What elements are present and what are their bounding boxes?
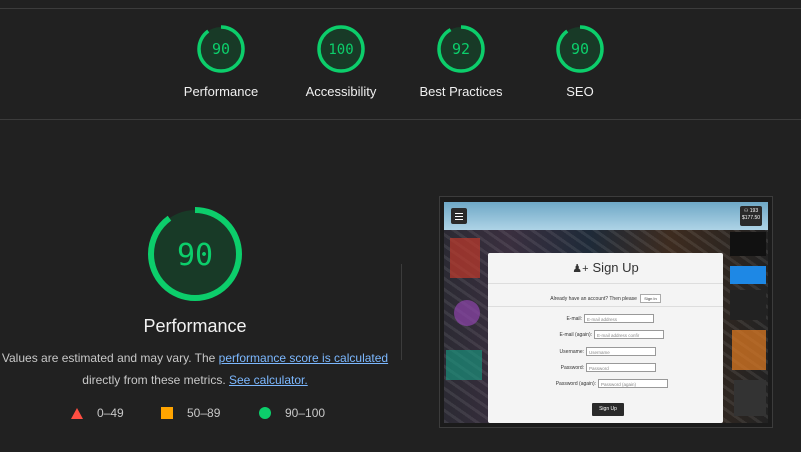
- legend-poor-range: 0–49: [97, 406, 124, 420]
- section-divider: [0, 119, 801, 120]
- gauge-seo-label: SEO: [566, 84, 594, 99]
- performance-score-link[interactable]: performance score is calculated: [219, 351, 388, 365]
- card-divider: [488, 306, 723, 307]
- description-text-1: Values are estimated and may vary. The: [1, 351, 219, 365]
- sticker-shape: [734, 380, 766, 416]
- legend-average-range: 50–89: [187, 406, 221, 420]
- preview-stats-count: ⚇ 193: [743, 208, 759, 214]
- email-again-field[interactable]: E-mail address confir: [594, 330, 664, 339]
- preview-header: ⚇ 193 $177.50: [444, 202, 768, 230]
- legend-poor: 0–49: [71, 406, 124, 420]
- description-text-2: directly from these metrics.: [82, 373, 229, 387]
- gauge-best-practices-value: 92: [452, 40, 470, 58]
- gauge-performance-ring: 90: [197, 25, 245, 73]
- signup-title-text: Sign Up: [592, 260, 639, 275]
- gauge-best-practices-ring: 92: [437, 25, 485, 73]
- password-again-field[interactable]: Password (again): [598, 379, 668, 388]
- email-field[interactable]: E-mail address: [584, 314, 654, 323]
- sign-in-button[interactable]: Sign In: [640, 294, 661, 303]
- username-row: Username: Username: [500, 347, 656, 356]
- gauge-seo-ring: 90: [556, 25, 604, 73]
- sticker-shape: [446, 350, 482, 380]
- see-calculator-link[interactable]: See calculator.: [229, 373, 308, 387]
- performance-description: Values are estimated and may vary. The p…: [0, 347, 390, 391]
- preview-stats-balance: $177.50: [741, 215, 761, 221]
- gauge-best-practices[interactable]: 92 Best Practices: [411, 24, 511, 99]
- performance-title: Performance: [143, 316, 247, 336]
- gauge-performance-label: Performance: [183, 84, 259, 99]
- password-row: Password: Password: [500, 363, 656, 372]
- already-have-account: Already have an account? Then please Sig…: [488, 294, 723, 303]
- preview-stats-badge: ⚇ 193 $177.50: [740, 206, 762, 226]
- performance-score-value: 90: [177, 238, 213, 273]
- gauge-accessibility-label: Accessibility: [305, 84, 377, 99]
- sticker-shape: [450, 238, 480, 278]
- email-again-label: E-mail (again):: [559, 331, 592, 338]
- sticker-shape: [730, 266, 766, 284]
- legend-good: 90–100: [259, 406, 325, 420]
- legend-average: 50–89: [161, 406, 220, 420]
- add-user-icon: ♟+: [572, 263, 589, 275]
- vertical-divider: [401, 264, 402, 360]
- email-row: E-mail: E-mail address: [500, 314, 654, 323]
- square-icon: [161, 407, 173, 419]
- gauge-accessibility-value: 100: [328, 42, 353, 58]
- triangle-icon: [71, 407, 83, 419]
- password-again-label: Password (again):: [555, 380, 596, 387]
- gauge-accessibility-ring: 100: [317, 25, 365, 73]
- already-text: Already have an account? Then please: [550, 296, 637, 302]
- sticker-shape: [730, 290, 766, 320]
- circle-icon: [259, 407, 271, 419]
- password-field[interactable]: Password: [586, 363, 656, 372]
- gauge-performance-value: 90: [212, 40, 230, 58]
- legend-good-range: 90–100: [285, 406, 326, 420]
- gauge-best-practices-label: Best Practices: [419, 84, 503, 99]
- hamburger-icon: [451, 208, 467, 224]
- username-label: Username:: [559, 348, 584, 355]
- sticker-shape: [730, 232, 766, 256]
- signup-card: ♟+ Sign Up Already have an account? Then …: [488, 253, 723, 423]
- final-screenshot[interactable]: ⚇ 193 $177.50 ♟+ Sign Up Already have an …: [439, 196, 773, 428]
- signup-title: ♟+ Sign Up: [488, 260, 723, 275]
- password-again-row: Password (again): Password (again): [490, 379, 668, 388]
- username-field[interactable]: Username: [586, 347, 656, 356]
- performance-gauge-large: 90: [148, 207, 242, 301]
- screenshot-content: ⚇ 193 $177.50 ♟+ Sign Up Already have an …: [444, 202, 768, 423]
- sticker-shape: [732, 330, 766, 370]
- password-label: Password:: [560, 364, 584, 371]
- sticker-shape: [454, 300, 480, 326]
- email-again-row: E-mail (again): E-mail address confir: [500, 330, 664, 339]
- top-border: [0, 8, 801, 9]
- gauge-seo[interactable]: 90 SEO: [530, 24, 630, 99]
- sign-up-button[interactable]: Sign Up: [592, 403, 624, 416]
- gauge-performance[interactable]: 90 Performance: [171, 24, 271, 99]
- email-label: E-mail:: [566, 315, 582, 322]
- gauge-accessibility[interactable]: 100 Accessibility: [291, 24, 391, 99]
- gauge-seo-value: 90: [571, 40, 589, 58]
- card-divider: [488, 283, 723, 284]
